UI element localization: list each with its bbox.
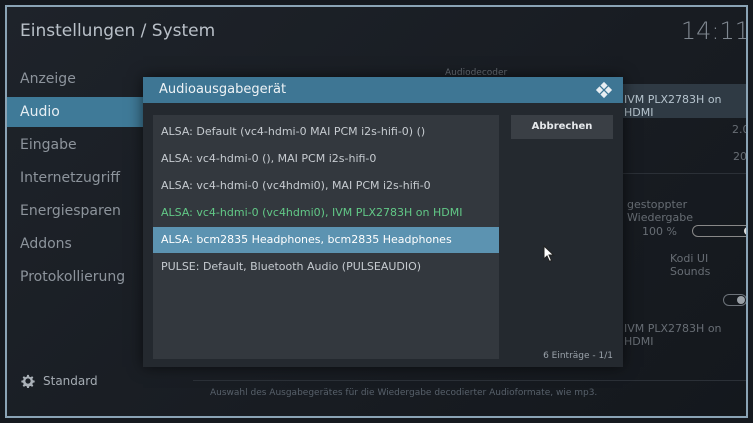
list-item-selected[interactable]: ALSA: bcm2835 Headphones, bcm2835 Headph… bbox=[153, 227, 499, 253]
item-count: 6 Einträge - 1/1 bbox=[543, 351, 613, 361]
list-item[interactable]: ALSA: vc4-hdmi-0 (vc4hdmi0), MAI PCM i2s… bbox=[153, 173, 499, 199]
volume-slider[interactable] bbox=[692, 225, 746, 237]
toggle-switch[interactable] bbox=[723, 294, 746, 306]
paused-label: gestoppter Wiedergabe bbox=[627, 198, 694, 224]
settings-level-button[interactable]: Standard bbox=[21, 374, 98, 388]
sidebar-item-energiesparen[interactable]: Energiesparen bbox=[20, 203, 121, 219]
dialog-title: Audioausgabegerät bbox=[159, 82, 287, 97]
mouse-pointer-icon bbox=[543, 245, 555, 263]
list-item[interactable]: ALSA: vc4-hdmi-0 (), MAI PCM i2s-hifi-0 bbox=[153, 146, 499, 172]
sidebar-item-protokollierung[interactable]: Protokollierung bbox=[20, 269, 125, 285]
dialog-header: Audioausgabegerät bbox=[143, 77, 623, 103]
setting-value-20: 20 bbox=[733, 150, 747, 163]
gear-icon bbox=[21, 374, 35, 388]
divider-bottom bbox=[193, 380, 746, 381]
gui-sounds-value: Kodi UI Sounds bbox=[670, 252, 711, 278]
device-list: ALSA: Default (vc4-hdmi-0 MAI PCM i2s-hi… bbox=[153, 115, 499, 359]
audio-device-value: IVM PLX2783H on HDMI bbox=[624, 93, 722, 119]
cancel-button[interactable]: Abbrechen bbox=[511, 115, 613, 139]
audio-output-dialog: Audioausgabegerät ALSA: Default (vc4-hdm… bbox=[143, 77, 623, 367]
settings-level-label: Standard bbox=[43, 374, 98, 388]
kodi-screen: Einstellungen / System 14:11 Anzeige Aud… bbox=[5, 5, 748, 418]
list-item[interactable]: ALSA: Default (vc4-hdmi-0 MAI PCM i2s-hi… bbox=[153, 119, 499, 145]
slider-knob[interactable] bbox=[744, 227, 746, 235]
setting-description: Auswahl des Ausgabegerätes für die Wiede… bbox=[210, 388, 598, 398]
divider bbox=[623, 173, 746, 174]
sidebar-item-addons[interactable]: Addons bbox=[20, 236, 72, 252]
toggle-knob bbox=[737, 296, 745, 304]
sidebar-item-eingabe[interactable]: Eingabe bbox=[20, 137, 77, 153]
sidebar-item-audio[interactable]: Audio bbox=[7, 97, 147, 127]
list-item[interactable]: PULSE: Default, Bluetooth Audio (PULSEAU… bbox=[153, 254, 499, 280]
audio-device-value-2: IVM PLX2783H on HDMI bbox=[624, 322, 722, 348]
channels-value: 2.0 bbox=[732, 123, 748, 136]
kodi-logo-icon bbox=[595, 81, 613, 99]
page-title: Einstellungen / System bbox=[20, 21, 216, 41]
volume-value: 100 % bbox=[642, 225, 677, 238]
clock: 14:11 bbox=[680, 17, 748, 45]
sidebar-item-internetzugriff[interactable]: Internetzugriff bbox=[20, 170, 120, 186]
sidebar-item-anzeige[interactable]: Anzeige bbox=[20, 71, 76, 87]
list-item-current[interactable]: ALSA: vc4-hdmi-0 (vc4hdmi0), IVM PLX2783… bbox=[153, 200, 499, 226]
